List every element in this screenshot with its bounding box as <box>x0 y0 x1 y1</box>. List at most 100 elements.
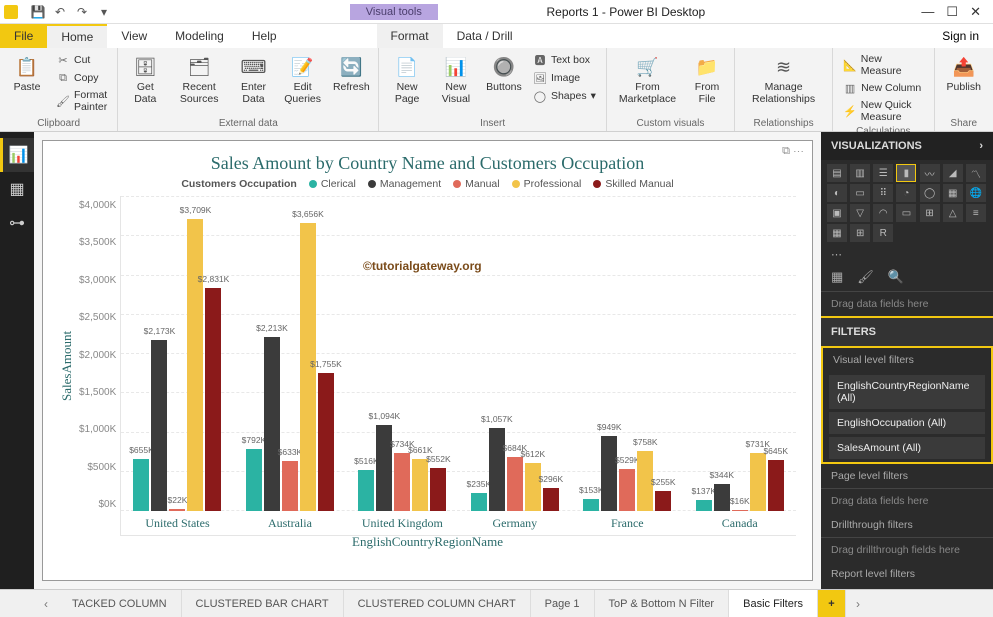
redo-icon[interactable]: ↷ <box>74 4 90 20</box>
fields-icon[interactable]: ▦ <box>831 269 843 285</box>
page-tab-top-bottom[interactable]: ToP & Bottom N Filter <box>595 590 730 617</box>
new-visual-button[interactable]: 📊New Visual <box>433 52 479 107</box>
measure-icon: 📐 <box>843 58 857 72</box>
qat-dropdown-icon[interactable]: ▾ <box>96 4 112 20</box>
group-label: Clipboard <box>6 116 111 131</box>
viz-waterfall-icon[interactable]: ▭ <box>850 184 870 202</box>
nav-report-view[interactable]: 📊 <box>0 138 34 172</box>
viz-scatter-icon[interactable]: ⠿ <box>873 184 893 202</box>
viz-more-icon[interactable]: ⋯ <box>821 246 993 263</box>
viz-stacked-bar-icon[interactable]: ▤ <box>827 164 847 182</box>
copy-button[interactable]: ⧉Copy <box>52 70 111 86</box>
text-box-button[interactable]: 🅰Text box <box>529 52 600 68</box>
page-tab-basic-filters[interactable]: Basic Filters <box>729 590 818 617</box>
nav-rail: 📊 ▦ ⊶ <box>0 132 34 589</box>
shapes-button[interactable]: ◯Shapes ▾ <box>529 88 600 104</box>
group-label: Relationships <box>741 116 826 131</box>
tab-file[interactable]: File <box>0 24 47 48</box>
drill-drop-area[interactable]: Drag drillthrough fields here <box>821 537 993 562</box>
publish-button[interactable]: 📤Publish <box>941 52 987 96</box>
publish-icon: 📤 <box>951 54 977 80</box>
minimize-icon[interactable]: — <box>921 4 934 20</box>
maximize-icon[interactable]: ☐ <box>946 4 958 20</box>
scroll-right-icon[interactable]: › <box>846 590 870 617</box>
image-button[interactable]: 🖼Image <box>529 70 600 86</box>
tab-view[interactable]: View <box>107 24 161 48</box>
signin-button[interactable]: Sign in <box>928 24 993 48</box>
viz-line-icon[interactable]: 〰 <box>920 164 940 182</box>
scroll-left-icon[interactable]: ‹ <box>34 590 58 617</box>
viz-area-icon[interactable]: ◢ <box>943 164 963 182</box>
tab-home[interactable]: Home <box>47 24 107 48</box>
viz-gauge-icon[interactable]: ◠ <box>873 204 893 222</box>
tab-help[interactable]: Help <box>238 24 291 48</box>
viz-multi-card-icon[interactable]: ⊞ <box>920 204 940 222</box>
new-page-button[interactable]: 📄New Page <box>385 52 429 107</box>
filter-sales[interactable]: SalesAmount (All) <box>829 437 985 459</box>
viz-map-icon[interactable]: 🌐 <box>966 184 986 202</box>
viz-funnel-icon[interactable]: ▽ <box>850 204 870 222</box>
fields-drop-area[interactable]: Drag data fields here <box>821 291 993 316</box>
viz-sub-tools: ▦ 🖌 🔍 <box>821 263 993 291</box>
tab-modeling[interactable]: Modeling <box>161 24 238 48</box>
viz-pie-icon[interactable]: ◔ <box>896 184 916 202</box>
edit-queries-button[interactable]: 📝Edit Queries <box>279 52 326 107</box>
paste-button[interactable]: 📋Paste <box>6 52 48 96</box>
page-tab-page1[interactable]: Page 1 <box>531 590 595 617</box>
nav-model-view[interactable]: ⊶ <box>0 206 34 240</box>
save-icon[interactable]: 💾 <box>30 4 46 20</box>
get-data-icon: 🗄 <box>132 54 158 80</box>
ribbon: 📋Paste ✂Cut ⧉Copy 🖌Format Painter Clipbo… <box>0 48 993 132</box>
analytics-icon[interactable]: 🔍 <box>888 269 904 285</box>
titlebar: 💾 ↶ ↷ ▾ Visual tools Reports 1 - Power B… <box>0 0 993 24</box>
copy-icon: ⧉ <box>56 71 70 85</box>
viz-stacked-column-icon[interactable]: ▥ <box>850 164 870 182</box>
format-painter-button[interactable]: 🖌Format Painter <box>52 88 111 114</box>
file-icon: 📁 <box>694 54 720 80</box>
page-filters-drop-area[interactable]: Drag data fields here <box>821 488 993 513</box>
cut-button[interactable]: ✂Cut <box>52 52 111 68</box>
get-data-button[interactable]: 🗄Get Data <box>124 52 166 107</box>
nav-data-view[interactable]: ▦ <box>0 172 34 206</box>
filter-country[interactable]: EnglishCountryRegionName (All) <box>829 375 985 409</box>
tab-data-drill[interactable]: Data / Drill <box>443 24 527 48</box>
page-tab-tacked[interactable]: TACKED COLUMN <box>58 590 182 617</box>
viz-matrix-icon[interactable]: ⊞ <box>850 224 870 242</box>
viz-donut-icon[interactable]: ◯ <box>920 184 940 202</box>
chart-visual[interactable]: ⧉ ⋯ Sales Amount by Country Name and Cus… <box>42 140 813 581</box>
viz-card-icon[interactable]: ▭ <box>896 204 916 222</box>
viz-table-icon[interactable]: ▦ <box>827 224 847 242</box>
plot-area: $655K$2,173K$22K$3,709K$2,831KUnited Sta… <box>120 196 796 536</box>
new-column-button[interactable]: ▥New Column <box>839 80 927 96</box>
refresh-button[interactable]: 🔄Refresh <box>330 52 372 96</box>
viz-clustered-bar-icon[interactable]: ☰ <box>873 164 893 182</box>
manage-relationships-button[interactable]: ≋Manage Relationships <box>741 52 826 107</box>
filter-occupation[interactable]: EnglishOccupation (All) <box>829 412 985 434</box>
group-label: Share <box>941 116 987 131</box>
undo-icon[interactable]: ↶ <box>52 4 68 20</box>
close-icon[interactable]: ✕ <box>970 4 981 20</box>
viz-panel-header[interactable]: VISUALIZATIONS› <box>821 132 993 160</box>
page-tab-clustered-column[interactable]: CLUSTERED COLUMN CHART <box>344 590 531 617</box>
tab-format[interactable]: Format <box>377 24 443 48</box>
new-measure-button[interactable]: 📐New Measure <box>839 52 927 78</box>
viz-r-icon[interactable]: R <box>873 224 893 242</box>
chevron-right-icon[interactable]: › <box>979 140 983 152</box>
viz-clustered-column-icon[interactable]: ▮ <box>896 164 916 182</box>
format-icon[interactable]: 🖌 <box>857 269 874 285</box>
viz-slicer-icon[interactable]: ≡ <box>966 204 986 222</box>
visual-options-icon[interactable]: ⧉ ⋯ <box>782 145 804 158</box>
enter-data-button[interactable]: ⌨Enter Data <box>232 52 275 107</box>
viz-kpi-icon[interactable]: △ <box>943 204 963 222</box>
buttons-button[interactable]: 🔘Buttons <box>483 52 525 96</box>
new-quick-measure-button[interactable]: ⚡New Quick Measure <box>839 98 927 124</box>
viz-filled-map-icon[interactable]: ▣ <box>827 204 847 222</box>
recent-sources-button[interactable]: 🗂Recent Sources <box>170 52 228 107</box>
viz-ribbon-icon[interactable]: ◐ <box>827 184 847 202</box>
from-marketplace-button[interactable]: 🛒From Marketplace <box>613 52 682 107</box>
viz-treemap-icon[interactable]: ▦ <box>943 184 963 202</box>
page-tab-add[interactable]: + <box>818 590 846 617</box>
viz-line-column-icon[interactable]: 〽 <box>966 164 986 182</box>
from-file-button[interactable]: 📁From File <box>686 52 728 107</box>
page-tab-clustered-bar[interactable]: CLUSTERED BAR CHART <box>182 590 344 617</box>
